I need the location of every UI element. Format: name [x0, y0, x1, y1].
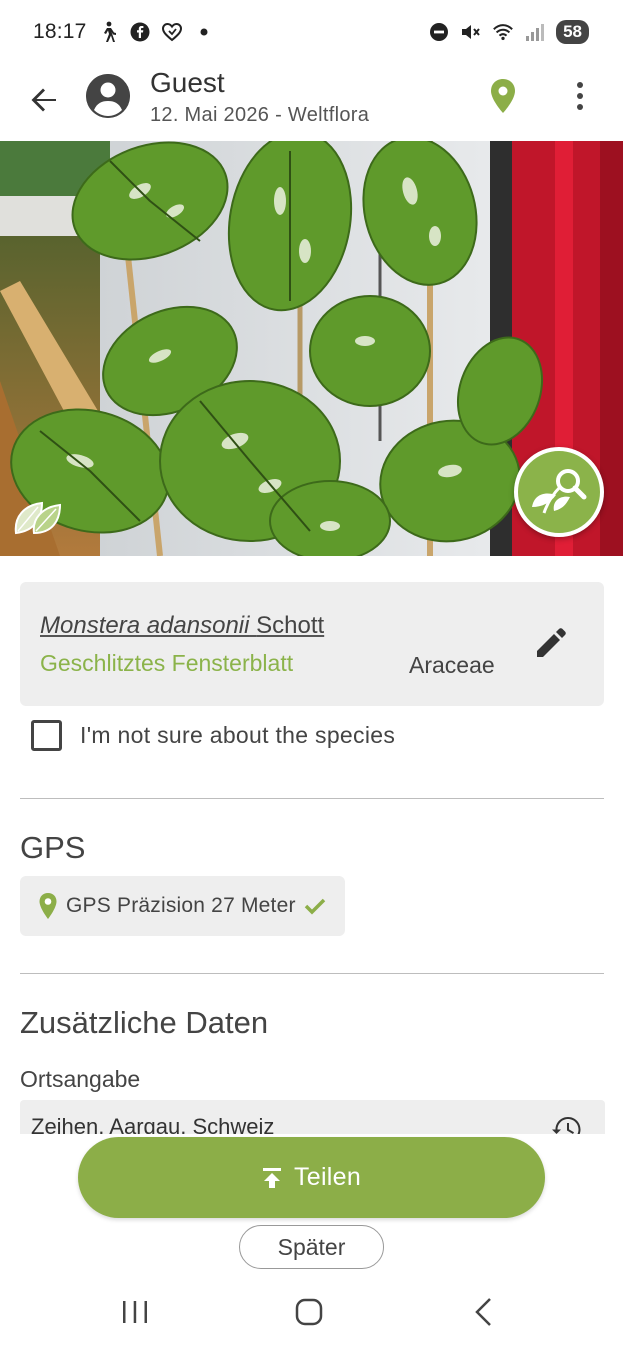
location-label: Ortsangabe	[20, 1066, 141, 1092]
family-name: Araceae	[409, 652, 495, 678]
do-not-disturb-icon	[428, 21, 450, 43]
app-bar-titles: Guest 12. Mai 2026 - Weltflora	[150, 66, 369, 130]
location-pin-icon	[491, 79, 515, 113]
location-button[interactable]	[486, 76, 520, 116]
location-field[interactable]: Zeihen, Aargau, Schweiz	[20, 1100, 605, 1134]
history-icon[interactable]	[552, 1114, 582, 1134]
gps-section-title: GPS	[20, 830, 86, 865]
divider	[20, 798, 604, 799]
unsure-species-row[interactable]: I'm not sure about the species	[31, 720, 395, 751]
genus-species: Monstera adansonii	[40, 612, 250, 639]
system-back-button[interactable]	[454, 1292, 514, 1332]
page-subtitle: 12. Mai 2026 - Weltflora	[150, 104, 370, 126]
more-dot-icon	[577, 104, 583, 110]
later-button[interactable]: Später	[239, 1225, 384, 1269]
home-icon	[295, 1298, 323, 1326]
avatar[interactable]	[86, 74, 130, 118]
gps-precision-text: GPS Präzision 27 Meter	[66, 894, 296, 917]
plant-photo[interactable]	[0, 141, 623, 556]
status-time: 18:17	[33, 20, 87, 43]
edit-species-button[interactable]	[532, 624, 570, 662]
account-icon	[86, 74, 130, 118]
unsure-species-label: I'm not sure about the species	[80, 722, 396, 748]
upload-icon	[262, 1167, 281, 1188]
leaf-badge-icon	[12, 497, 66, 537]
walking-icon	[97, 21, 119, 43]
mute-icon	[460, 21, 482, 43]
system-nav-bar	[0, 1275, 623, 1350]
page-title: Guest	[150, 67, 225, 98]
gps-precision-chip[interactable]: GPS Präzision 27 Meter	[20, 876, 345, 936]
more-menu-button[interactable]	[564, 76, 596, 116]
battery-indicator: 58	[556, 20, 589, 44]
divider	[20, 973, 604, 974]
location-value: Zeihen, Aargau, Schweiz	[31, 1114, 275, 1134]
signal-icon	[524, 21, 546, 43]
arrow-back-icon	[31, 88, 56, 112]
checkmark-icon	[304, 898, 325, 915]
status-bar: 18:17 58	[0, 0, 623, 64]
additional-data-title: Zusätzliche Daten	[20, 1005, 269, 1040]
heart-icon	[161, 21, 183, 43]
species-card[interactable]: Monstera adansonii Schott Geschlitztes F…	[20, 582, 604, 706]
species-author: Schott	[256, 612, 325, 639]
app-bar: Guest 12. Mai 2026 - Weltflora	[0, 64, 623, 141]
share-button[interactable]: Teilen	[78, 1137, 545, 1218]
facebook-icon	[129, 21, 151, 43]
pencil-icon	[537, 628, 566, 657]
unsure-species-checkbox[interactable]	[31, 720, 62, 751]
common-name: Geschlitztes Fensterblatt	[40, 650, 294, 676]
status-left: 18:17	[33, 20, 215, 44]
status-right: 58	[428, 20, 589, 44]
recent-apps-button[interactable]	[105, 1292, 165, 1332]
recent-apps-icon	[123, 1301, 147, 1323]
scientific-name[interactable]: Monstera adansonii Schott	[40, 612, 324, 640]
share-label: Teilen	[293, 1163, 362, 1191]
chevron-left-icon	[475, 1298, 491, 1326]
plant-search-icon	[532, 469, 587, 514]
location-pin-icon	[39, 893, 57, 919]
more-dot-icon	[577, 93, 583, 99]
more-dot-icon	[577, 82, 583, 88]
later-label: Später	[277, 1233, 346, 1260]
home-button[interactable]	[279, 1292, 339, 1332]
wifi-icon	[492, 21, 514, 43]
dot-icon	[193, 21, 215, 43]
identify-plant-button[interactable]	[514, 447, 604, 537]
back-button[interactable]	[22, 78, 66, 122]
